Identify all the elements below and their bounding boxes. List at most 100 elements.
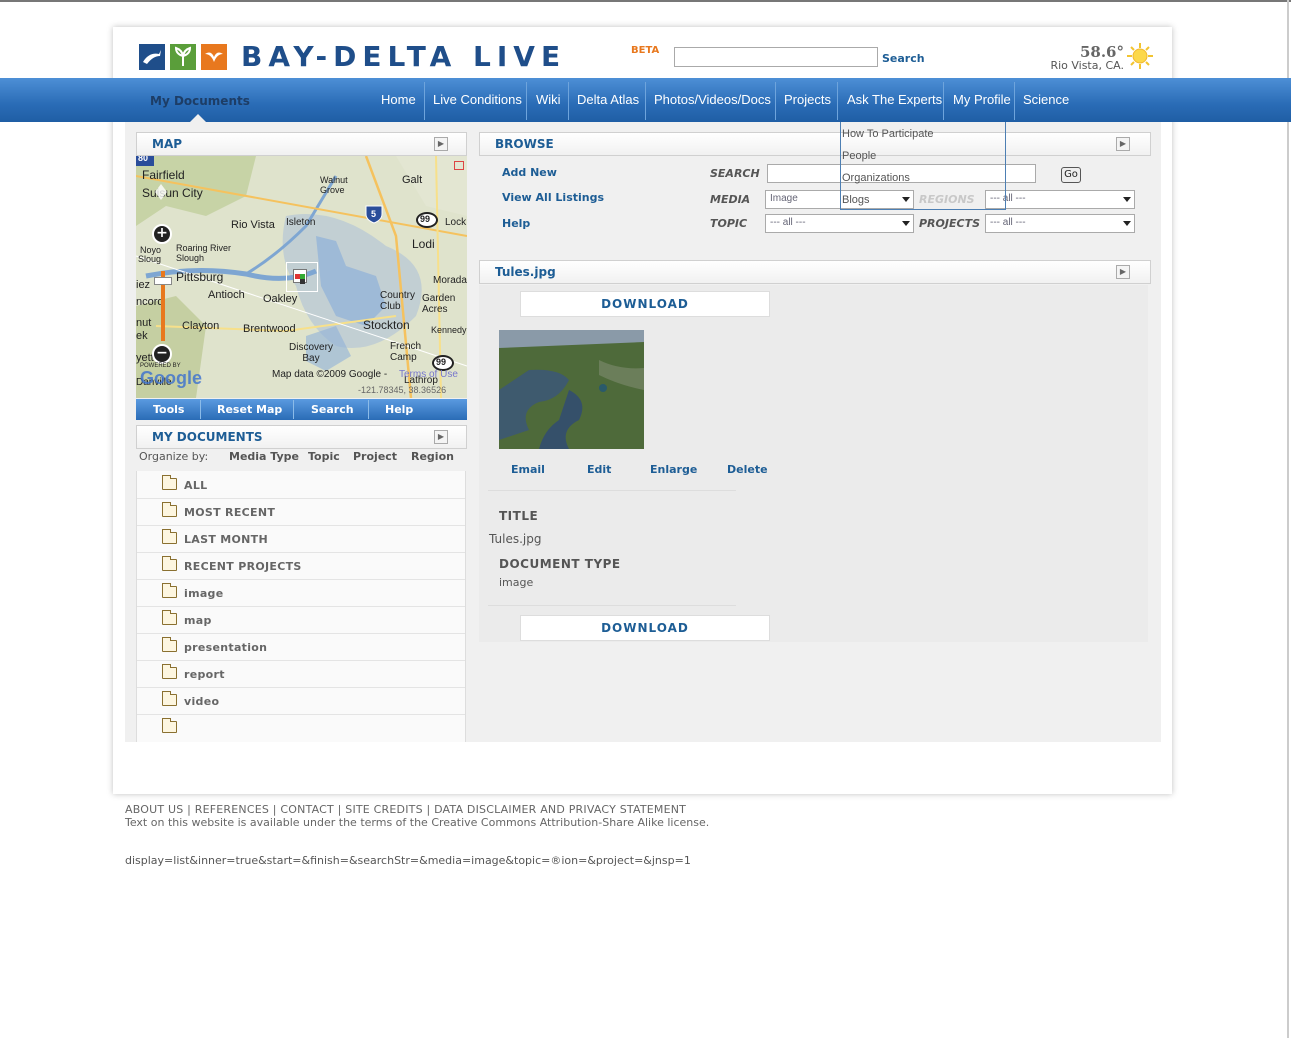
projects-select-value: --- all ---: [990, 217, 1026, 228]
map-label: iez: [136, 279, 151, 291]
pan-control-icon[interactable]: [153, 184, 169, 200]
folder-item[interactable]: image: [137, 580, 465, 607]
organize-media-type[interactable]: Media Type: [229, 450, 299, 463]
map-label: Oakley: [263, 293, 298, 305]
map-view[interactable]: Fairfield Suisun City Walnut Grove Galt …: [136, 156, 467, 398]
menu-how-to-participate[interactable]: How To Participate: [842, 128, 934, 140]
interstate-80-icon: 80: [136, 156, 154, 166]
menu-people[interactable]: People: [842, 150, 876, 162]
site-search-button[interactable]: Search: [882, 52, 925, 65]
chevron-down-icon: [1123, 197, 1131, 202]
map-label: Stockton: [363, 318, 410, 332]
topic-select[interactable]: --- all ---: [765, 214, 914, 233]
map-attribution: Map data ©2009 Google -: [272, 369, 388, 380]
edit-action[interactable]: Edit: [587, 463, 611, 476]
zoom-out-icon[interactable]: −: [152, 344, 172, 364]
folder-item[interactable]: MOST RECENT: [137, 499, 465, 526]
logo-text[interactable]: BAY-DELTA LIVE: [241, 40, 566, 73]
title-value: Tules.jpg: [489, 532, 542, 546]
map-search-button[interactable]: Search: [311, 403, 354, 416]
download-button[interactable]: DOWNLOAD: [520, 291, 770, 317]
nav-live-conditions[interactable]: Live Conditions: [433, 92, 522, 107]
view-all-listings-link[interactable]: View All Listings: [502, 191, 604, 204]
projects-select[interactable]: --- all ---: [985, 214, 1135, 233]
map-marker-frame[interactable]: [286, 262, 318, 292]
enlarge-action[interactable]: Enlarge: [650, 463, 697, 476]
folder-label: video: [184, 695, 220, 708]
document-type-value: image: [499, 576, 534, 589]
email-action[interactable]: Email: [511, 463, 545, 476]
document-thumbnail[interactable]: [499, 330, 644, 449]
footer-site-credits[interactable]: SITE CREDITS: [345, 803, 422, 816]
footer-disclaimer[interactable]: DATA DISCLAIMER AND PRIVACY STATEMENT: [434, 803, 686, 816]
nav-home[interactable]: Home: [381, 92, 416, 107]
add-new-link[interactable]: Add New: [502, 166, 557, 179]
map-label: Roaring River Slough: [176, 243, 232, 263]
go-button[interactable]: Go: [1061, 167, 1081, 183]
organize-topic[interactable]: Topic: [308, 450, 340, 463]
tab-my-documents[interactable]: My Documents: [150, 94, 250, 108]
organize-region[interactable]: Region: [411, 450, 454, 463]
nav-ask-the-experts[interactable]: Ask The Experts: [847, 92, 942, 107]
nav-delta-atlas[interactable]: Delta Atlas: [577, 92, 639, 107]
logo-whale-icon: [139, 44, 165, 70]
media-label: MEDIA: [710, 193, 751, 206]
chevron-down-icon: [902, 221, 910, 226]
nav-separator: [1014, 82, 1015, 120]
regions-select[interactable]: --- all ---: [985, 190, 1135, 209]
footer-contact[interactable]: CONTACT: [280, 803, 334, 816]
folder-item[interactable]: ALL: [137, 472, 465, 499]
map-reset-button[interactable]: Reset Map: [217, 403, 282, 416]
folder-item[interactable]: LAST MONTH: [137, 526, 465, 553]
footer-links: ABOUT US | REFERENCES | CONTACT | SITE C…: [125, 803, 687, 816]
map-help-button[interactable]: Help: [385, 403, 413, 416]
delete-action[interactable]: Delete: [727, 463, 768, 476]
organize-project[interactable]: Project: [353, 450, 397, 463]
folder-item[interactable]: [137, 715, 465, 742]
site-search-input[interactable]: [674, 47, 878, 67]
folder-label: LAST MONTH: [184, 533, 268, 546]
nav-wiki[interactable]: Wiki: [536, 92, 561, 107]
map-marker-icon[interactable]: [293, 269, 307, 284]
title-label: TITLE: [499, 509, 539, 523]
beta-badge: BETA: [631, 45, 660, 56]
browse-toggle-icon[interactable]: ▶: [1116, 137, 1130, 151]
browse-help-link[interactable]: Help: [502, 217, 530, 230]
document-toggle-icon[interactable]: ▶: [1116, 265, 1130, 279]
thumbnail-image: [499, 330, 644, 449]
zoom-slider-handle[interactable]: [154, 277, 172, 285]
zoom-in-icon[interactable]: +: [152, 224, 172, 244]
folder-item[interactable]: presentation: [137, 634, 465, 661]
nav-science[interactable]: Science: [1023, 92, 1069, 107]
map-tools-button[interactable]: Tools: [153, 403, 184, 416]
folder-label: RECENT PROJECTS: [184, 560, 302, 573]
map-terms-link[interactable]: Terms of Use: [399, 369, 458, 380]
folder-label: image: [184, 587, 224, 600]
query-string: display=list&inner=true&start=&finish=&s…: [125, 854, 691, 867]
download-button-bottom[interactable]: DOWNLOAD: [520, 615, 770, 641]
menu-blogs[interactable]: Blogs: [842, 194, 870, 206]
folder-item[interactable]: video: [137, 688, 465, 715]
map-panel-toggle-icon[interactable]: ▶: [434, 137, 448, 151]
map-popout-icon[interactable]: [454, 161, 464, 170]
folder-item[interactable]: map: [137, 607, 465, 634]
folder-item[interactable]: RECENT PROJECTS: [137, 553, 465, 580]
folder-item[interactable]: report: [137, 661, 465, 688]
nav-separator: [568, 82, 569, 120]
nav-projects[interactable]: Projects: [784, 92, 831, 107]
map-label: Walnut Grove: [320, 175, 348, 195]
my-documents-toggle-icon[interactable]: ▶: [434, 430, 448, 444]
logo-plant-icon: [170, 44, 196, 70]
folder-label: presentation: [184, 641, 268, 654]
h99-shield-number: 99: [436, 357, 447, 367]
folder-label: MOST RECENT: [184, 506, 276, 519]
map-toolbar: [136, 399, 467, 420]
map-label: Discovery Bay: [289, 342, 333, 364]
folder-icon: [162, 664, 177, 679]
menu-organizations[interactable]: Organizations: [842, 172, 910, 184]
google-logo[interactable]: Google: [140, 368, 202, 389]
nav-my-profile[interactable]: My Profile: [953, 92, 1011, 107]
footer-about-us[interactable]: ABOUT US: [125, 803, 183, 816]
footer-references[interactable]: REFERENCES: [195, 803, 269, 816]
nav-photos-videos-docs[interactable]: Photos/Videos/Docs: [654, 92, 771, 107]
